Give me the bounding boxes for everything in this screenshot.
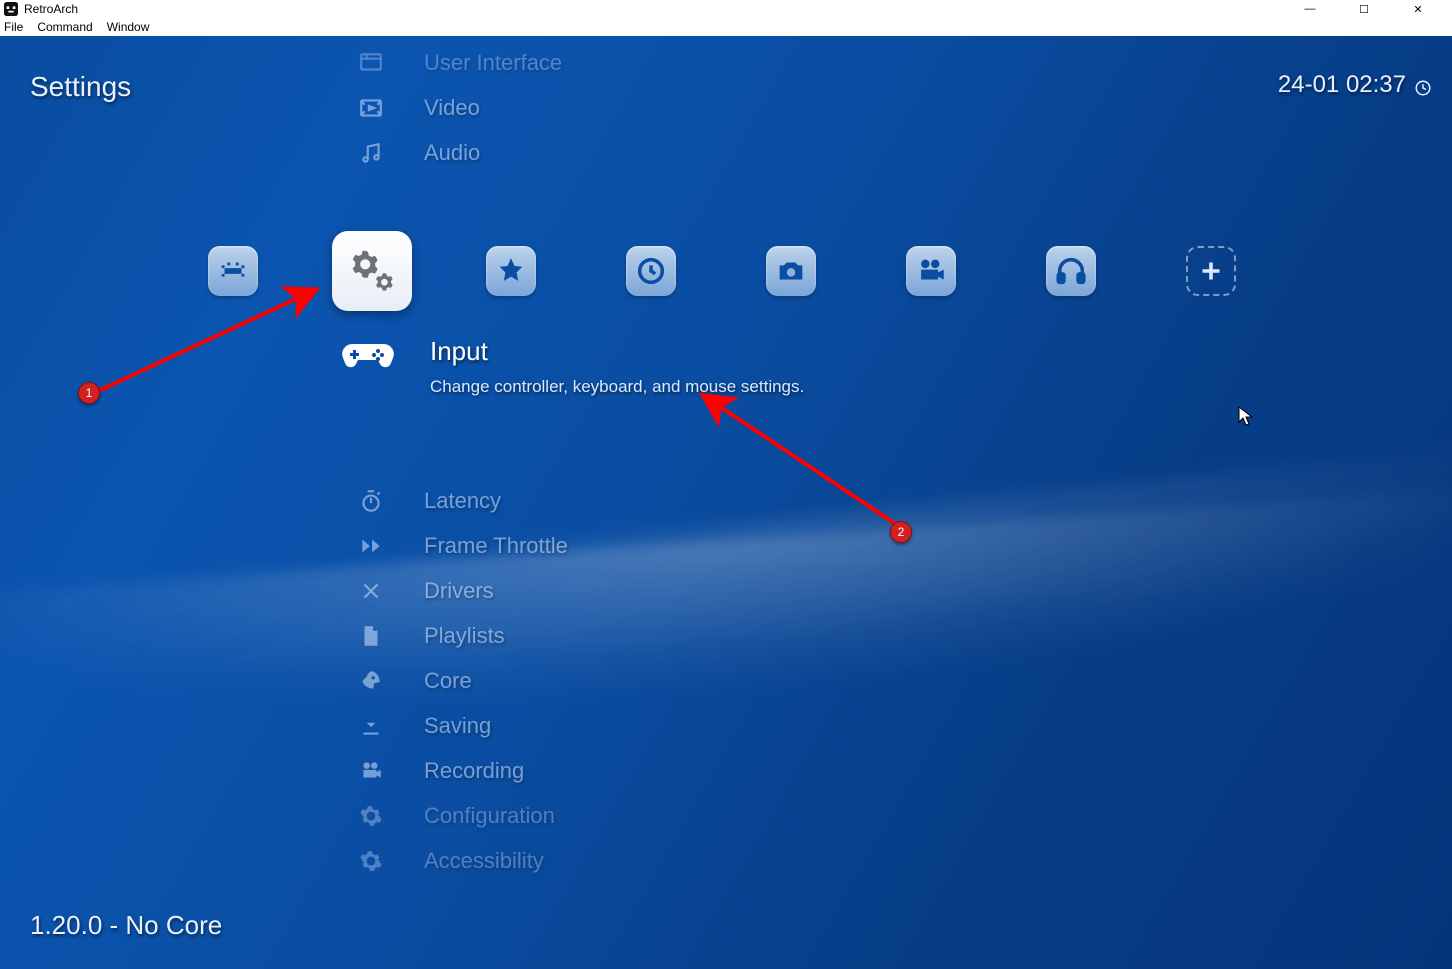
item-label: Saving [424,713,491,739]
selected-item-input[interactable]: Input Change controller, keyboard, and m… [340,336,1412,397]
item-drivers[interactable]: Drivers [358,568,1412,613]
item-label: Recording [424,758,524,784]
list-below: Latency Frame Throttle Drivers Playlists… [358,478,1412,883]
window-title: RetroArch [24,2,78,16]
film-camera-icon [914,254,948,288]
ui-icon [358,50,384,76]
window-menubar: File Command Window [0,18,1452,36]
item-label: Video [424,95,480,121]
category-add[interactable] [1186,246,1236,296]
app-icon [4,2,18,16]
selected-item-title: Input [430,336,804,367]
item-latency[interactable]: Latency [358,478,1412,523]
window-close-button[interactable]: ✕ [1404,3,1432,16]
retroarch-viewport: Settings 24-01 02:37 User Interface Vide… [0,36,1452,969]
tools-icon [358,578,384,604]
item-label: Frame Throttle [424,533,568,559]
item-label: User Interface [424,50,562,76]
clock-icon [634,254,668,288]
filmcam-icon [358,758,384,784]
clock-icon [1414,76,1432,94]
gamepad-icon [340,336,396,372]
item-user-interface[interactable]: User Interface [358,40,1412,85]
category-netplay[interactable] [1046,246,1096,296]
annotation-badge-1: 1 [78,382,100,404]
star-icon [494,254,528,288]
category-favorites[interactable] [486,246,536,296]
menu-file[interactable]: File [4,20,23,34]
cog-icon [358,803,384,829]
footer-version: 1.20.0 - No Core [30,910,222,941]
category-history[interactable] [626,246,676,296]
item-video[interactable]: Video [358,85,1412,130]
item-audio[interactable]: Audio [358,130,1412,175]
item-label: Latency [424,488,501,514]
category-images[interactable] [766,246,816,296]
category-videos[interactable] [906,246,956,296]
invader-icon [216,254,250,288]
item-recording[interactable]: Recording [358,748,1412,793]
rocket-icon [358,668,384,694]
item-label: Core [424,668,472,694]
page-title: Settings [30,71,131,103]
ffwd-icon [358,533,384,559]
plus-icon [1194,254,1228,288]
download-icon [358,713,384,739]
item-accessibility[interactable]: Accessibility [358,838,1412,883]
menu-command[interactable]: Command [37,20,92,34]
item-saving[interactable]: Saving [358,703,1412,748]
category-row [0,226,1452,316]
item-label: Accessibility [424,848,544,874]
video-icon [358,95,384,121]
stopwatch-icon [358,488,384,514]
window-maximize-button[interactable]: ☐ [1350,3,1378,16]
audio-icon [358,140,384,166]
item-configuration[interactable]: Configuration [358,793,1412,838]
item-label: Configuration [424,803,555,829]
window-minimize-button[interactable]: — [1296,3,1324,16]
item-label: Drivers [424,578,494,604]
menu-window[interactable]: Window [107,20,150,34]
item-playlists[interactable]: Playlists [358,613,1412,658]
item-label: Playlists [424,623,505,649]
cog-icon [358,848,384,874]
window-buttons: — ☐ ✕ [1296,3,1452,16]
mouse-cursor [1238,406,1254,428]
category-settings[interactable] [332,231,412,311]
window-titlebar: RetroArch — ☐ ✕ [0,0,1452,18]
camera-icon [774,254,808,288]
file-icon [358,623,384,649]
headset-icon [1054,254,1088,288]
item-label: Audio [424,140,480,166]
selected-item-desc: Change controller, keyboard, and mouse s… [430,377,804,397]
list-above: User Interface Video Audio [358,40,1412,175]
cogs-icon [345,244,399,298]
item-core[interactable]: Core [358,658,1412,703]
annotation-badge-2: 2 [890,521,912,543]
category-main-menu[interactable] [208,246,258,296]
item-frame-throttle[interactable]: Frame Throttle [358,523,1412,568]
